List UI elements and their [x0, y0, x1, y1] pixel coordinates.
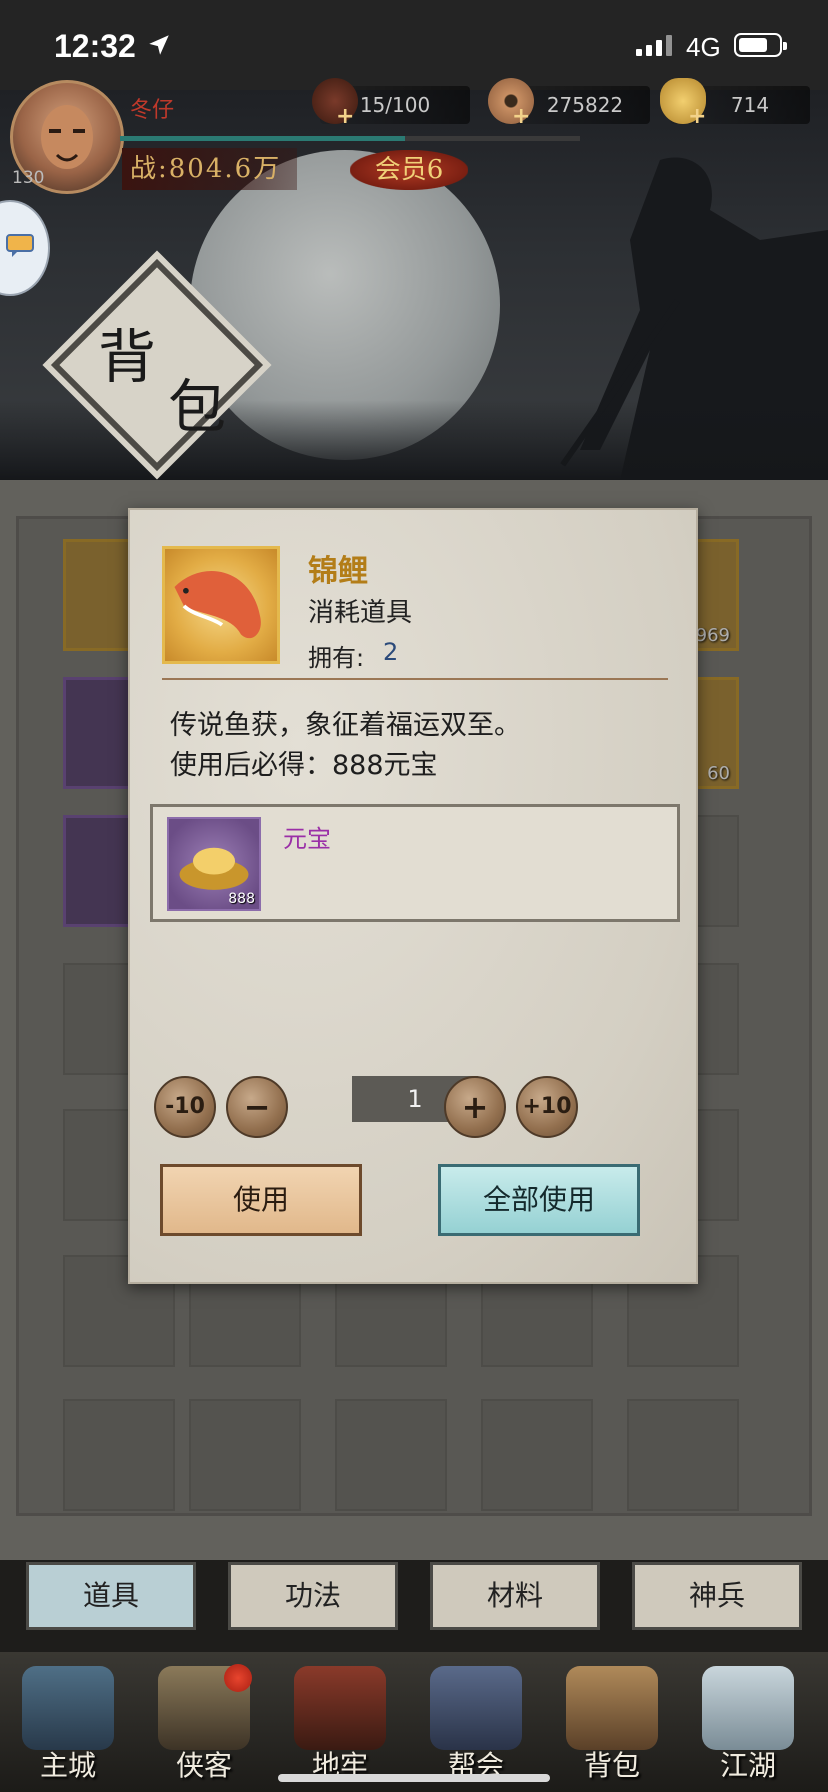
scroll-map-icon [702, 1666, 794, 1750]
exp-bar-fill [120, 136, 406, 141]
nav-label: 背包 [583, 1749, 640, 1782]
gold-value: 714 [730, 93, 770, 117]
location-arrow-icon [149, 35, 169, 55]
reward-count: 888 [228, 891, 255, 907]
player-name: 冬仔 [130, 98, 175, 123]
item-type: 消耗道具 [308, 598, 413, 628]
home-indicator[interactable] [278, 1774, 550, 1782]
page-title-char2: 包 [168, 373, 227, 441]
description-line: 传说鱼获，象征着福运双至。 [170, 710, 521, 741]
nav-heroes[interactable]: 侠客 [144, 1660, 264, 1788]
nav-label: 主城 [39, 1749, 96, 1782]
pagoda-icon [22, 1666, 114, 1750]
owned-value: 2 [383, 638, 399, 666]
battery-icon [734, 33, 787, 57]
nav-main-city[interactable]: 主城 [8, 1660, 128, 1788]
plus-10-button[interactable]: +10 [516, 1076, 578, 1138]
koi-fish-icon [162, 546, 280, 664]
reward-box: 888 元宝 [150, 804, 680, 922]
minus-10-button[interactable]: -10 [154, 1076, 216, 1138]
minus-button[interactable]: − [226, 1076, 288, 1138]
owned-label: 拥有: [308, 644, 365, 672]
add-copper-icon[interactable]: + [512, 104, 530, 129]
nav-guild[interactable]: 帮会 [416, 1660, 536, 1788]
copper-value: 275822 [546, 93, 624, 117]
item-description: 传说鱼获，象征着福运双至。 使用后必得：888元宝 [170, 706, 670, 786]
nav-dungeon[interactable]: 地牢 [280, 1660, 400, 1788]
guild-banner-icon [430, 1666, 522, 1750]
chat-icon [6, 234, 34, 257]
plus-button[interactable]: + [444, 1076, 506, 1138]
koi-fish-art [174, 570, 261, 639]
use-all-button[interactable]: 全部使用 [438, 1164, 640, 1236]
page-title-char1: 背 [98, 323, 157, 391]
network-label: 4G [686, 32, 721, 62]
notification-dot [224, 1664, 252, 1692]
tab-weapons[interactable]: 神兵 [632, 1562, 802, 1630]
nav-label: 江湖 [719, 1749, 776, 1782]
gold-ingot-icon[interactable]: 888 [167, 817, 261, 911]
stamina-value: 15/100 [359, 93, 431, 117]
item-detail-dialog: 锦鲤 消耗道具 拥有: 2 传说鱼获，象征着福运双至。 使用后必得：888元宝 … [128, 508, 698, 1284]
nav-jianghu[interactable]: 江湖 [688, 1660, 808, 1788]
face-art [41, 105, 93, 169]
vip-badge[interactable]: 会员6 [350, 150, 468, 190]
reward-name: 元宝 [283, 825, 331, 853]
nav-label: 侠客 [175, 1749, 232, 1782]
nav-bag[interactable]: 背包 [552, 1660, 672, 1788]
player-level: 130 [12, 168, 45, 188]
add-gold-icon[interactable]: + [688, 104, 706, 129]
add-stamina-icon[interactable]: + [336, 104, 354, 129]
sack-icon [566, 1666, 658, 1750]
status-time: 12:32 [54, 28, 136, 64]
item-name: 锦鲤 [308, 554, 368, 589]
tab-items[interactable]: 道具 [26, 1562, 196, 1630]
combat-power: 战:804.6万 [122, 148, 298, 190]
beast-icon [294, 1666, 386, 1750]
signal-icon [636, 34, 676, 56]
status-bar: 12:32 4G [0, 0, 828, 90]
description-line: 使用后必得：888元宝 [170, 750, 438, 781]
tab-skills[interactable]: 功法 [228, 1562, 398, 1630]
exp-bar [120, 136, 580, 141]
tab-materials[interactable]: 材料 [430, 1562, 600, 1630]
divider [162, 678, 668, 680]
use-button[interactable]: 使用 [160, 1164, 362, 1236]
